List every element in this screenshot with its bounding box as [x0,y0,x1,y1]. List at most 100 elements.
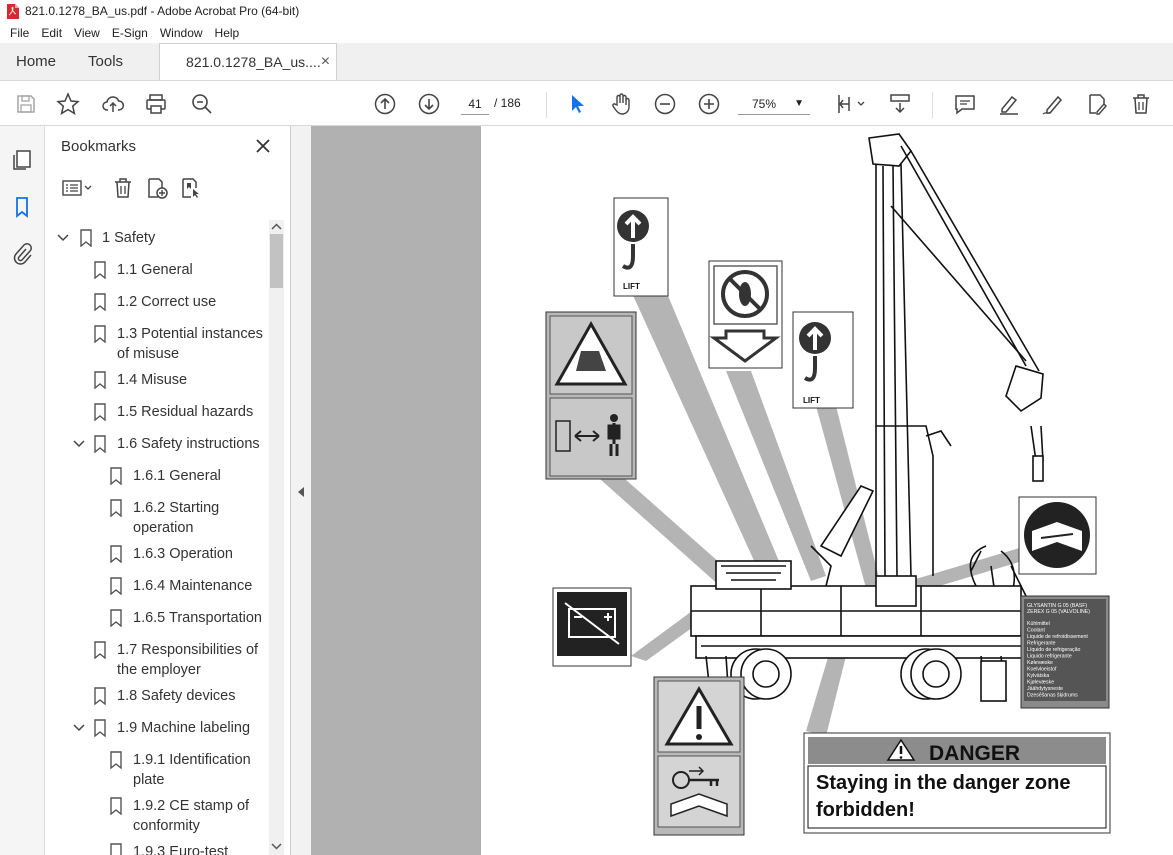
bookmark-label: 1.6 Safety instructions [117,436,260,452]
chevron-down-icon[interactable] [57,232,69,244]
zoom-search-icon[interactable] [188,90,216,118]
delete-bookmark-icon[interactable] [111,176,135,200]
bookmark-item[interactable]: 1.9.3 Euro-test [55,842,265,855]
bookmark-panel-icon[interactable] [10,195,34,219]
bookmark-item[interactable]: 1.6.1 General [55,466,265,486]
document-viewer[interactable]: LIFT LIFT GLYSANTIN G 05 (BASF) ZEREX G … [311,126,1173,855]
coolant-line: ZEREX G 05 (VALVOLINE) [1027,609,1090,615]
bookmark-item[interactable]: 1.6.5 Transportation [55,608,265,628]
tab-document[interactable]: 821.0.1278_BA_us.... × [159,43,338,80]
bookmark-item[interactable]: 1.9.2 CE stamp of conformity [55,796,265,836]
tab-close-icon[interactable]: × [321,53,330,71]
bookmark-label: 1 Safety [102,230,156,246]
bookmark-item[interactable]: 1.3 Potential instances of misuse [55,324,265,364]
bookmark-label: 1.6.2 Starting operation [133,500,220,536]
menu-view[interactable]: View [68,26,106,40]
bookmark-item[interactable]: 1.6.3 Operation [55,544,265,564]
page-total: / 186 [494,96,521,110]
zoom-out-icon[interactable] [651,90,679,118]
bookmark-item[interactable]: 1.4 Misuse [55,370,265,390]
page-fit-icon[interactable] [832,90,868,118]
select-cursor-icon[interactable] [563,90,591,118]
bookmarks-scrollbar[interactable] [269,220,284,855]
bookmark-item[interactable]: 1.8 Safety devices [55,686,265,706]
bookmark-label: 1.9.1 Identification plate [133,752,251,788]
coolant-line: Refrigerante [1027,641,1056,647]
bookmark-item[interactable]: 1.6 Safety instructions [55,434,265,454]
star-icon[interactable] [54,90,82,118]
draw-sign-icon[interactable] [1039,90,1067,118]
page-down-icon[interactable] [415,90,443,118]
warning-key-sticker [653,676,745,836]
options-menu-icon[interactable] [61,176,95,200]
page-number-input[interactable]: 41 [461,93,489,115]
bookmark-tools [57,176,277,204]
hand-tool-icon[interactable] [607,90,635,118]
bookmark-item[interactable]: 1.9.1 Identification plate [55,750,265,790]
coolant-line: Dzesēšanas šķidrums [1027,693,1078,699]
menu-edit[interactable]: Edit [35,26,68,40]
bookmark-label: 1.4 Misuse [117,372,188,388]
edit-pdf-icon[interactable] [1083,90,1111,118]
window-title: 821.0.1278_BA_us.pdf - Adobe Acrobat Pro… [25,4,300,18]
highlight-pen-icon[interactable] [995,90,1023,118]
scroll-mode-icon[interactable] [886,90,914,118]
bookmark-icon [110,843,122,855]
bookmark-label: 1.6.4 Maintenance [133,578,253,594]
attachment-icon[interactable] [10,242,34,266]
coolant-line: Kühlmittel [1027,621,1050,627]
bookmark-from-selection-icon[interactable] [179,176,203,200]
save-icon[interactable] [12,90,40,118]
menu-esign[interactable]: E-Sign [106,26,154,40]
bookmark-item[interactable]: 1.6.2 Starting operation [55,498,265,538]
bookmark-icon [110,467,122,485]
bookmark-item[interactable]: 1.2 Correct use [55,292,265,312]
lift-label: LIFT [623,282,640,291]
upload-cloud-icon[interactable] [99,90,127,118]
bookmark-icon [94,403,106,421]
bookmark-label: 1.6.1 General [133,468,221,484]
bookmark-item[interactable]: 1.5 Residual hazards [55,402,265,422]
bookmark-icon [110,577,122,595]
machine-labeling-illustration: LIFT LIFT GLYSANTIN G 05 (BASF) ZEREX G … [545,133,1111,836]
danger-word: DANGER [929,742,1020,765]
scroll-up-icon[interactable] [271,222,282,232]
bookmark-label: 1.3 Potential instances of misuse [117,326,263,362]
menu-file[interactable]: File [4,26,35,40]
menu-help[interactable]: Help [209,26,246,40]
page-thumbnails-icon[interactable] [10,148,34,172]
left-rail [0,126,45,855]
panel-title: Bookmarks [61,138,137,155]
chevron-down-icon[interactable] [73,722,85,734]
tab-document-label: 821.0.1278_BA_us.... [186,54,321,70]
bookmark-item[interactable]: 1.7 Responsibilities of the employer [55,640,265,680]
zoom-level-select[interactable]: 75% ▼ [738,93,810,115]
zoom-in-icon[interactable] [695,90,723,118]
new-bookmark-icon[interactable] [145,176,169,200]
bookmark-label: 1.6.5 Transportation [133,610,262,626]
bookmark-item[interactable]: 1.6.4 Maintenance [55,576,265,596]
scrollbar-thumb[interactable] [270,234,283,288]
panel-collapse-strip[interactable] [291,126,311,855]
page-up-icon[interactable] [371,90,399,118]
delete-icon[interactable] [1127,90,1155,118]
title-bar: 821.0.1278_BA_us.pdf - Adobe Acrobat Pro… [0,0,1173,22]
bookmark-label: 1.9 Machine labeling [117,720,251,736]
coolant-line: Kjølevæske [1027,680,1054,686]
tab-bar: Home Tools 821.0.1278_BA_us.... × [0,43,1173,81]
close-icon[interactable] [253,136,273,156]
bookmark-item[interactable]: 1.1 General [55,260,265,280]
menu-window[interactable]: Window [154,26,209,40]
bookmark-item[interactable]: 1.9 Machine labeling [55,718,265,738]
chevron-down-icon[interactable] [73,438,85,450]
bookmark-icon [110,499,122,517]
bookmark-item[interactable]: 1 Safety [55,228,265,248]
comment-icon[interactable] [951,90,979,118]
bookmark-icon [110,609,122,627]
tab-tools[interactable]: Tools [72,43,139,80]
coolant-line: Liquide de refroidissement [1027,634,1088,640]
scroll-down-icon[interactable] [271,841,282,851]
collapse-arrow-icon[interactable] [296,486,306,498]
print-icon[interactable] [142,90,170,118]
tab-home[interactable]: Home [0,43,72,80]
